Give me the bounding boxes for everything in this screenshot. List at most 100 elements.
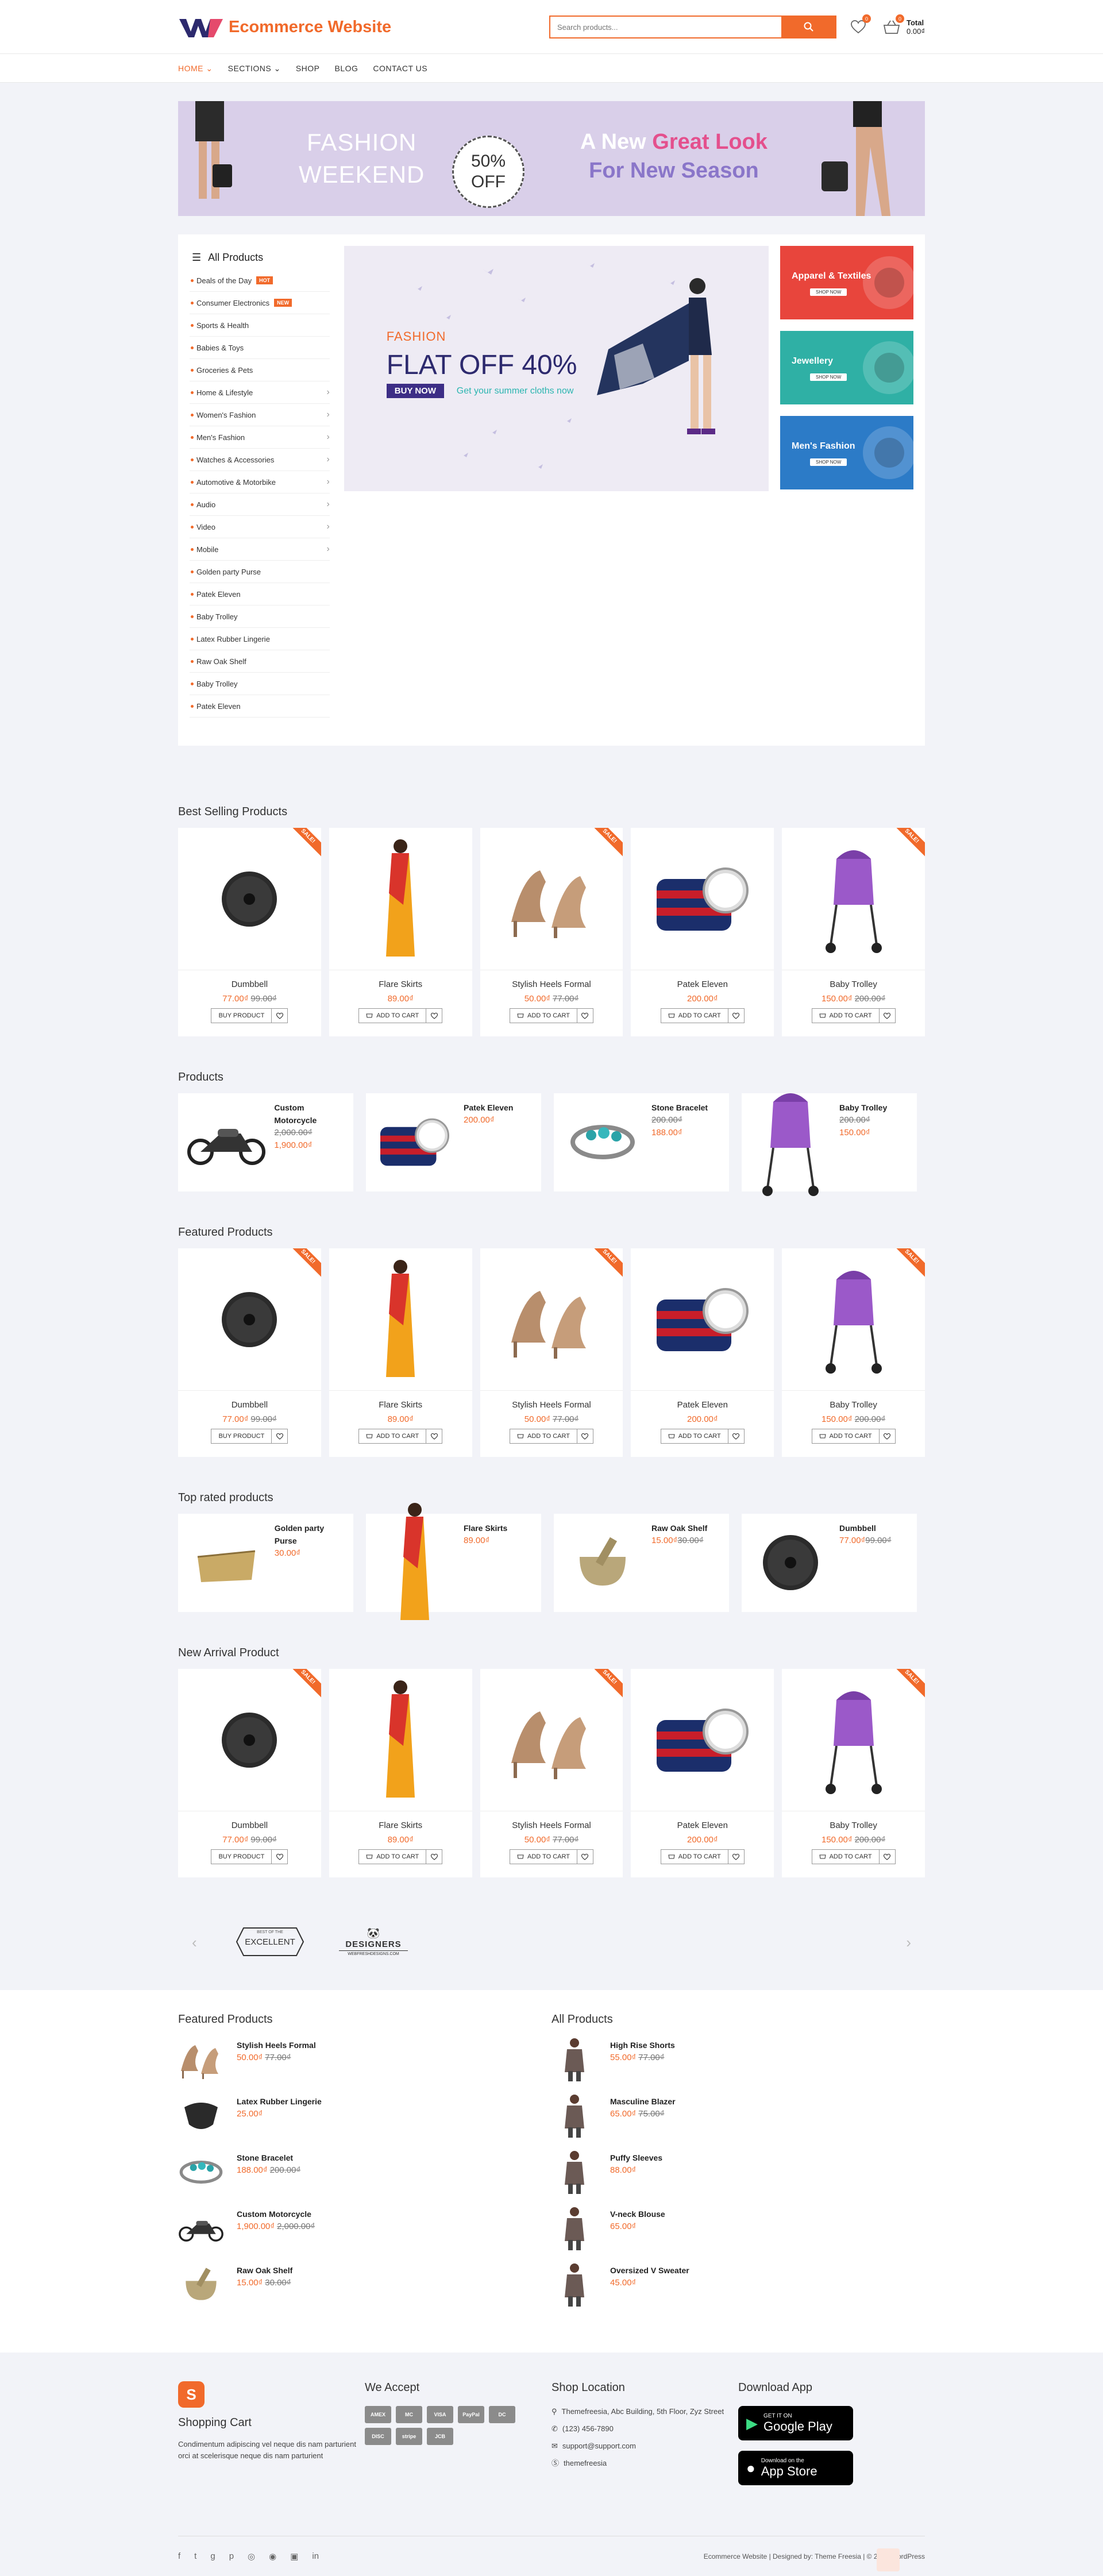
product-image[interactable]: [329, 1669, 472, 1811]
footer-list-item[interactable]: High Rise Shorts 55.00₫ 77.00₫: [552, 2037, 925, 2093]
add-to-cart-button[interactable]: ADD TO CART: [510, 1008, 577, 1023]
category-item[interactable]: Sports & Health: [190, 314, 330, 337]
product-name[interactable]: Patek Eleven: [464, 1101, 513, 1114]
product-card[interactable]: Patek Eleven 200.00₫ ADD TO CART: [631, 1248, 774, 1457]
product-image[interactable]: [747, 1093, 834, 1196]
category-item[interactable]: Deals of the Day HOT: [190, 269, 330, 292]
wishlist-heart-icon[interactable]: [272, 1849, 288, 1864]
product-image[interactable]: [178, 828, 321, 970]
add-to-cart-button[interactable]: ADD TO CART: [660, 1849, 728, 1864]
wishlist-heart-icon[interactable]: [577, 1849, 593, 1864]
social-icon[interactable]: in: [312, 2551, 319, 2562]
product-thumb[interactable]: [178, 2037, 224, 2083]
promo-tile[interactable]: Jewellery SHOP NOW: [780, 331, 913, 404]
product-image[interactable]: [782, 828, 925, 970]
cart-button[interactable]: 0 Total 0.00₫: [882, 14, 925, 36]
product-name[interactable]: Raw Oak Shelf: [237, 2264, 292, 2277]
category-menu-header[interactable]: ☰ All Products: [190, 246, 330, 266]
category-item[interactable]: Consumer Electronics NEW: [190, 292, 330, 314]
product-thumb[interactable]: [552, 2093, 597, 2139]
category-item[interactable]: Automotive & Motorbike ›: [190, 471, 330, 493]
product-name[interactable]: Patek Eleven: [631, 980, 774, 989]
wishlist-heart-icon[interactable]: [272, 1008, 288, 1023]
category-item[interactable]: Baby Trolley: [190, 606, 330, 628]
slider-buy-now-button[interactable]: BUY NOW: [386, 384, 445, 398]
product-name[interactable]: Flare Skirts: [464, 1522, 507, 1534]
product-name[interactable]: Baby Trolley: [782, 1400, 925, 1410]
footer-list-item[interactable]: V-neck Blouse 65.00₫: [552, 2205, 925, 2262]
footer-list-item[interactable]: Custom Motorcycle 1,900.00₫ 2,000.00₫: [178, 2205, 552, 2262]
wishlist-heart-icon[interactable]: [728, 1849, 745, 1864]
product-name[interactable]: Baby Trolley: [782, 1821, 925, 1830]
product-name[interactable]: V-neck Blouse: [610, 2208, 665, 2220]
category-item[interactable]: Latex Rubber Lingerie: [190, 628, 330, 650]
carousel-prev-icon[interactable]: ‹: [192, 1934, 197, 1952]
social-icon[interactable]: t: [194, 2551, 196, 2562]
product-thumb[interactable]: [178, 2262, 224, 2308]
social-icon[interactable]: f: [178, 2551, 180, 2562]
social-icon[interactable]: p: [229, 2551, 234, 2562]
product-name[interactable]: Stone Bracelet: [651, 1101, 708, 1114]
product-image[interactable]: [480, 828, 623, 970]
product-name[interactable]: Dumbbell: [178, 1400, 321, 1410]
product-name[interactable]: Stone Bracelet: [237, 2151, 300, 2164]
product-name[interactable]: Dumbbell: [178, 1821, 321, 1830]
footer-list-item[interactable]: Stylish Heels Formal 50.00₫ 77.00₫: [178, 2037, 552, 2093]
promo-tile[interactable]: Apparel & Textiles SHOP NOW: [780, 246, 913, 319]
buy-product-button[interactable]: BUY PRODUCT: [211, 1849, 272, 1864]
product-card[interactable]: SALE! Stylish Heels Formal 50.00₫ 77.00₫ ADD…: [480, 1669, 623, 1877]
footer-email-link[interactable]: support@support.com: [562, 2440, 636, 2452]
social-icon[interactable]: ◎: [248, 2551, 255, 2562]
add-to-cart-button[interactable]: ADD TO CART: [358, 1008, 427, 1023]
product-name[interactable]: Masculine Blazer: [610, 2095, 676, 2108]
add-to-cart-button[interactable]: ADD TO CART: [510, 1429, 577, 1444]
nav-home[interactable]: HOME ⌄: [178, 64, 213, 74]
product-image[interactable]: [631, 1669, 774, 1811]
wishlist-button[interactable]: 0: [849, 14, 871, 36]
footer-list-item[interactable]: Raw Oak Shelf 15.00₫ 30.00₫: [178, 2262, 552, 2318]
product-card[interactable]: Patek Eleven 200.00₫ ADD TO CART: [631, 1669, 774, 1877]
category-item[interactable]: Home & Lifestyle ›: [190, 381, 330, 404]
product-name[interactable]: Golden party Purse: [275, 1522, 348, 1547]
add-to-cart-button[interactable]: ADD TO CART: [358, 1849, 427, 1864]
category-item[interactable]: Babies & Toys: [190, 337, 330, 359]
product-thumb[interactable]: [552, 2037, 597, 2083]
category-item[interactable]: Women's Fashion ›: [190, 404, 330, 426]
product-image[interactable]: [782, 1248, 925, 1391]
add-to-cart-button[interactable]: ADD TO CART: [660, 1008, 728, 1023]
product-card[interactable]: SALE! Stylish Heels Formal 50.00₫ 77.00₫ ADD…: [480, 1248, 623, 1457]
product-name[interactable]: Dumbbell: [839, 1522, 891, 1534]
back-to-top-button[interactable]: [877, 2548, 900, 2571]
product-image[interactable]: [747, 1520, 834, 1606]
mini-product-card[interactable]: Patek Eleven 200.00₫: [366, 1093, 541, 1191]
nav-sections[interactable]: SECTIONS ⌄: [228, 64, 281, 74]
mini-product-card[interactable]: Baby Trolley 200.00₫ 150.00₫: [742, 1093, 917, 1196]
product-image[interactable]: [184, 1520, 269, 1606]
product-name[interactable]: Flare Skirts: [329, 1400, 472, 1410]
product-name[interactable]: Patek Eleven: [631, 1821, 774, 1830]
product-thumb[interactable]: [178, 2205, 224, 2251]
product-card[interactable]: Patek Eleven 200.00₫ ADD TO CART: [631, 828, 774, 1036]
product-card[interactable]: SALE! Baby Trolley 150.00₫ 200.00₫ ADD TO CA…: [782, 1248, 925, 1457]
product-name[interactable]: Flare Skirts: [329, 1821, 472, 1830]
add-to-cart-button[interactable]: ADD TO CART: [811, 1429, 880, 1444]
add-to-cart-button[interactable]: ADD TO CART: [510, 1849, 577, 1864]
wishlist-heart-icon[interactable]: [426, 1008, 443, 1023]
mini-product-card[interactable]: Custom Motorcycle 2,000.00₫ 1,900.00₫: [178, 1093, 353, 1191]
brand-logo-designers[interactable]: 🐼 DESIGNERS WEBFRESHDESIGNS.COM: [339, 1927, 408, 1956]
product-name[interactable]: Oversized V Sweater: [610, 2264, 689, 2277]
wishlist-heart-icon[interactable]: [577, 1429, 593, 1444]
product-image[interactable]: [372, 1099, 458, 1185]
product-name[interactable]: Stylish Heels Formal: [480, 1400, 623, 1410]
category-item[interactable]: Raw Oak Shelf: [190, 650, 330, 673]
add-to-cart-button[interactable]: ADD TO CART: [811, 1849, 880, 1864]
mini-product-card[interactable]: Dumbbell 77.00₫99.00₫: [742, 1514, 917, 1612]
site-logo[interactable]: Ecommerce Website: [178, 16, 391, 38]
product-image[interactable]: [184, 1099, 268, 1185]
product-name[interactable]: Raw Oak Shelf: [651, 1522, 707, 1534]
product-image[interactable]: [480, 1669, 623, 1811]
category-item[interactable]: Video ›: [190, 516, 330, 538]
mini-product-card[interactable]: Raw Oak Shelf 15.00₫30.00₫: [554, 1514, 729, 1612]
footer-list-item[interactable]: Puffy Sleeves 88.00₫: [552, 2149, 925, 2205]
product-image[interactable]: [631, 1248, 774, 1391]
